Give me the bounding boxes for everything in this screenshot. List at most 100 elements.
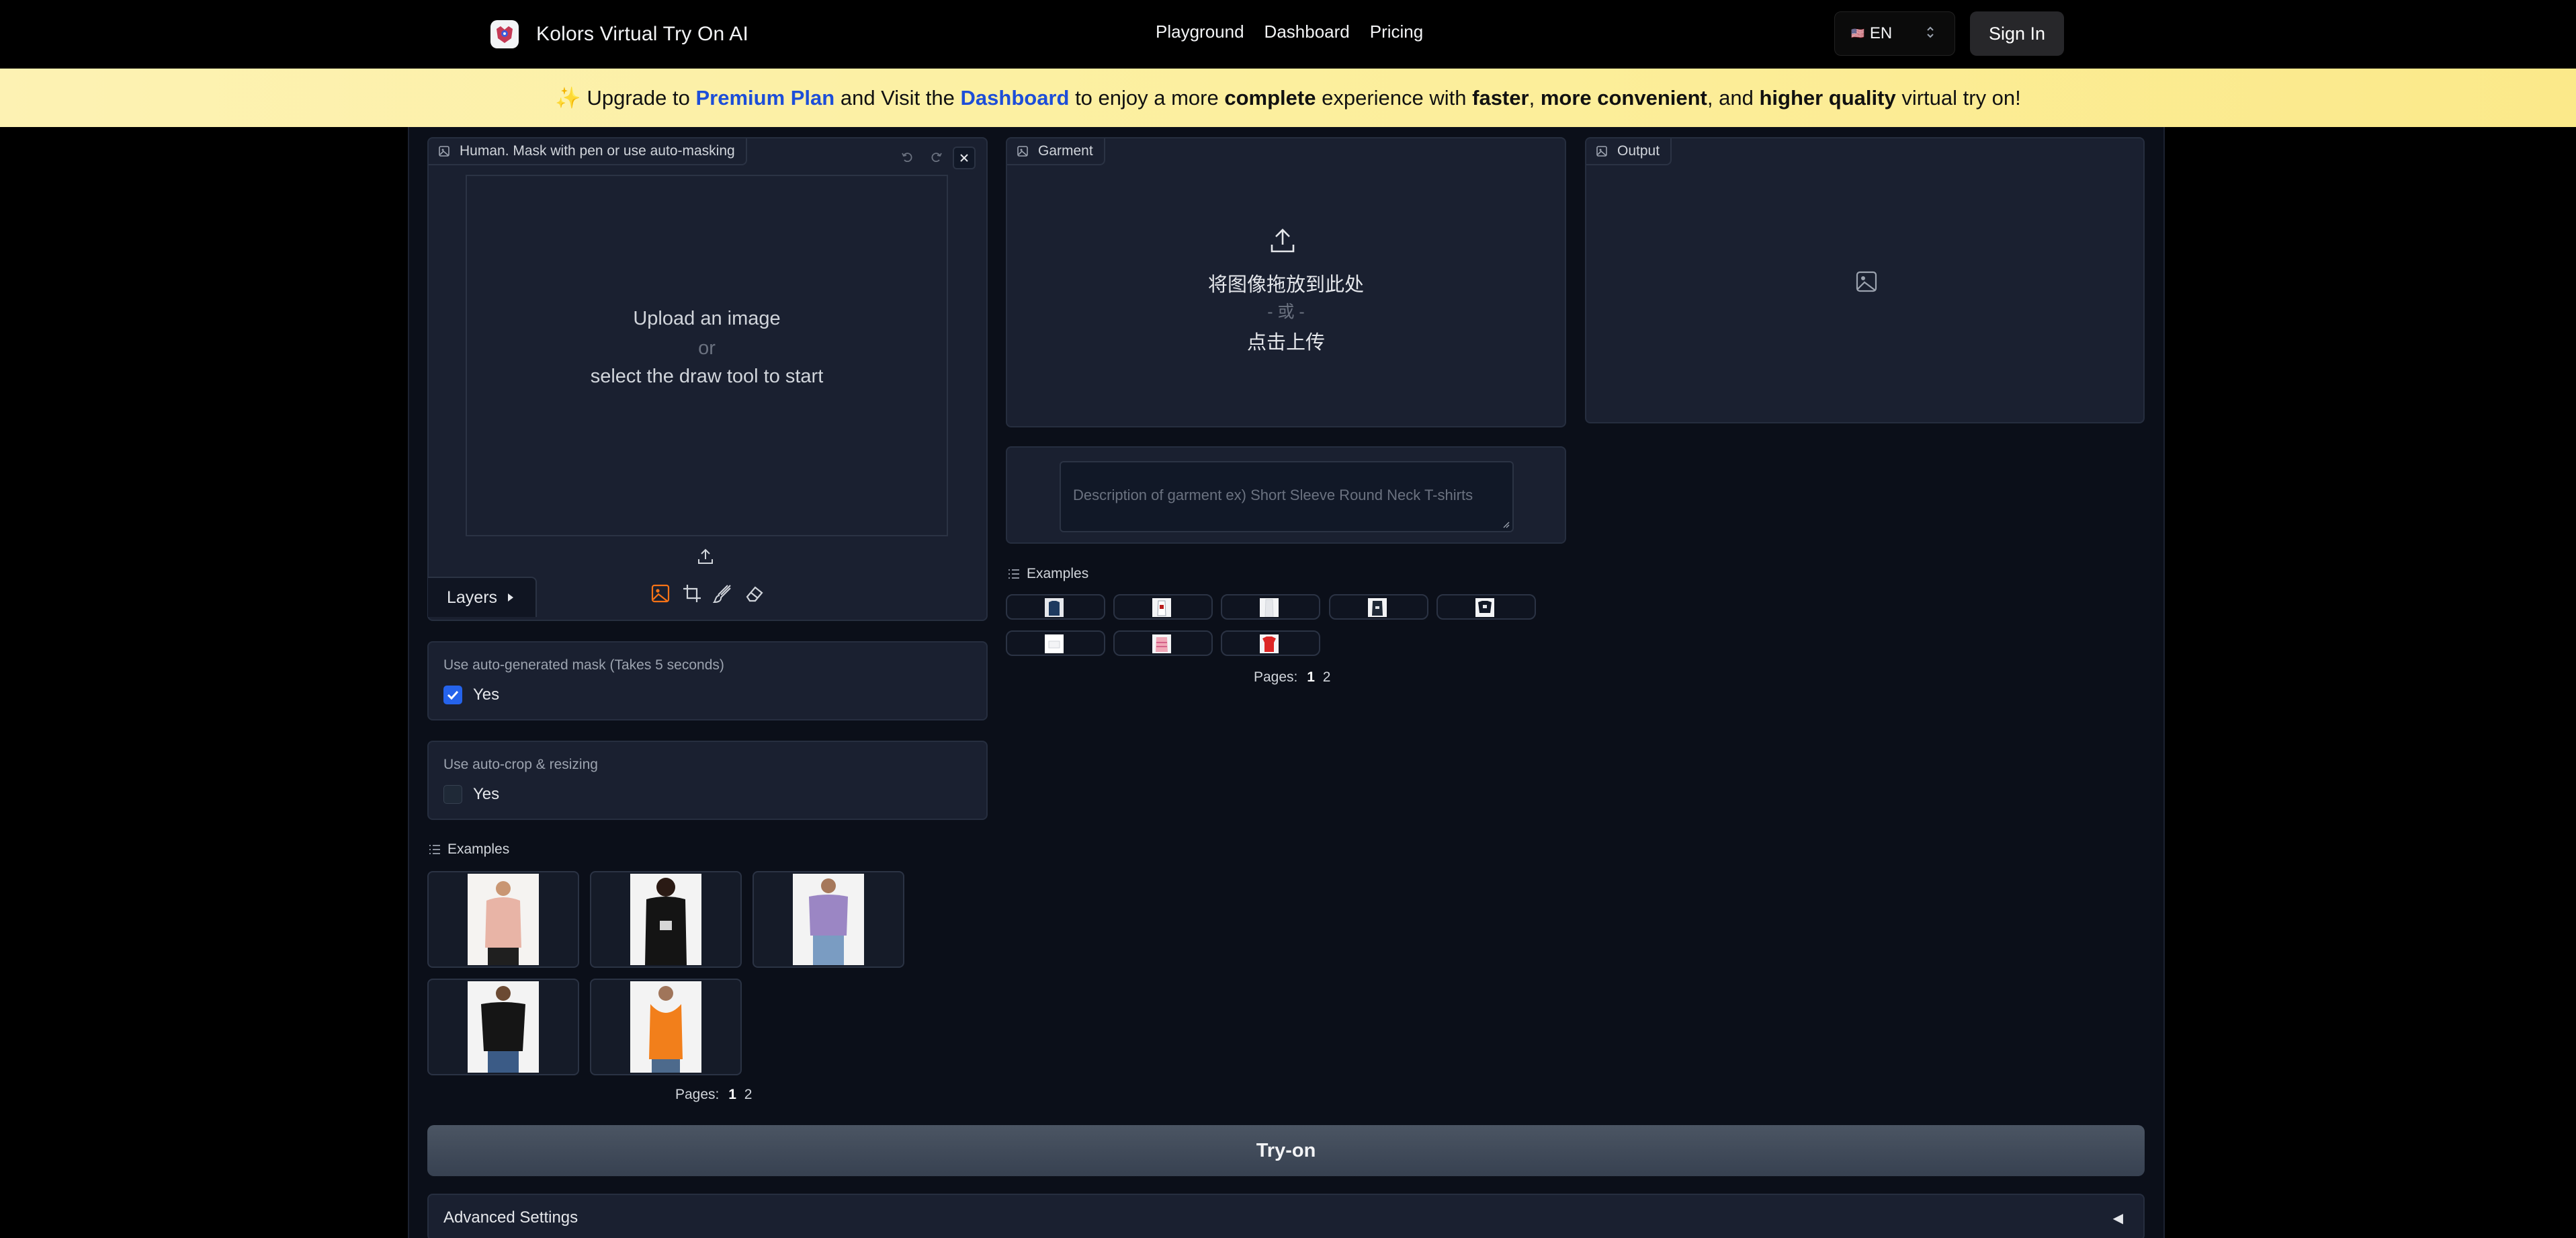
- garment-block-label: Garment: [1007, 138, 1105, 165]
- human-examples-title: Examples: [447, 841, 510, 857]
- auto-crop-checkbox-row[interactable]: Yes: [443, 785, 499, 804]
- garment-description-placeholder: Description of garment ex) Short Sleeve …: [1073, 487, 1473, 503]
- auto-mask-label: Use auto-generated mask (Takes 5 seconds…: [443, 657, 724, 673]
- garment-examples-pagination: Pages: 1 2: [1254, 669, 1330, 686]
- nav-link-dashboard[interactable]: Dashboard: [1264, 22, 1350, 42]
- example-image: [1045, 634, 1064, 653]
- resize-handle-icon[interactable]: [1502, 520, 1510, 528]
- nav-link-playground[interactable]: Playground: [1156, 22, 1244, 42]
- brand-title: Kolors Virtual Try On AI: [536, 23, 749, 45]
- list-icon: [429, 845, 440, 854]
- draw-tool-prompt: select the draw tool to start: [590, 366, 824, 387]
- garment-example-2[interactable]: [1113, 594, 1213, 620]
- banner-emphasis: faster: [1472, 85, 1529, 110]
- collapse-arrow-icon: ◀: [2112, 1211, 2123, 1226]
- dashboard-link[interactable]: Dashboard: [961, 86, 1070, 110]
- output-block: Output: [1585, 137, 2145, 423]
- human-example-4[interactable]: [427, 979, 579, 1075]
- banner-text: virtual try on!: [1901, 85, 2021, 110]
- advanced-settings-accordion[interactable]: Advanced Settings ◀: [427, 1194, 2145, 1238]
- try-on-button[interactable]: Try-on: [427, 1125, 2145, 1176]
- garment-example-7[interactable]: [1113, 630, 1213, 656]
- premium-plan-link[interactable]: Premium Plan: [695, 86, 834, 110]
- garment-example-3[interactable]: [1221, 594, 1320, 620]
- close-button[interactable]: [953, 147, 976, 169]
- upload-prompt: Upload an image: [633, 308, 781, 329]
- pages-label: Pages:: [675, 1087, 720, 1102]
- garment-example-8[interactable]: [1221, 630, 1320, 656]
- human-example-1[interactable]: [427, 871, 579, 968]
- example-image: [1152, 598, 1171, 617]
- garment-examples-title: Examples: [1027, 566, 1089, 581]
- auto-crop-label: Use auto-crop & resizing: [443, 757, 598, 772]
- image-icon: [439, 146, 449, 157]
- example-image: [630, 981, 701, 1073]
- example-image: [468, 874, 539, 965]
- example-image: [1368, 598, 1387, 617]
- page-1-link[interactable]: 1: [728, 1087, 736, 1102]
- example-image: [630, 874, 701, 965]
- auto-mask-option: Yes: [473, 686, 500, 704]
- human-example-5[interactable]: [590, 979, 742, 1075]
- sign-in-button[interactable]: Sign In: [1970, 11, 2064, 56]
- banner-emphasis: more convenient: [1540, 85, 1707, 110]
- auto-mask-checkbox-row[interactable]: Yes: [443, 686, 499, 704]
- garment-click-text: 点击上传: [1246, 332, 1325, 354]
- undo-icon[interactable]: [900, 151, 914, 164]
- banner-emphasis: complete: [1224, 85, 1316, 110]
- close-icon: [960, 154, 968, 162]
- garment-or-text: - 或 -: [1267, 302, 1305, 321]
- auto-mask-block: Use auto-generated mask (Takes 5 seconds…: [427, 641, 988, 720]
- banner-text: ,: [1529, 85, 1535, 110]
- eraser-icon[interactable]: [744, 583, 765, 604]
- banner-text: to enjoy a more: [1075, 85, 1219, 110]
- upload-icon: [1271, 229, 1295, 253]
- sparkle-icon: ✨: [555, 86, 581, 110]
- human-block-label: Human. Mask with pen or use auto-masking: [429, 138, 747, 165]
- page-2-link[interactable]: 2: [744, 1087, 753, 1102]
- redo-icon[interactable]: [930, 151, 943, 164]
- auto-crop-checkbox[interactable]: [443, 785, 462, 804]
- banner-text: , and: [1707, 85, 1754, 110]
- garment-upload-block[interactable]: Garment 将图像拖放到此处 - 或 - 点击上传: [1006, 137, 1566, 427]
- garment-example-1[interactable]: [1006, 594, 1105, 620]
- pages-label: Pages:: [1254, 669, 1298, 685]
- garment-description-input[interactable]: Description of garment ex) Short Sleeve …: [1060, 461, 1514, 532]
- upload-icon[interactable]: [696, 547, 715, 566]
- select-arrows-icon: [1926, 25, 1934, 41]
- image-icon: [1017, 146, 1028, 157]
- human-canvas[interactable]: Upload an image or select the draw tool …: [466, 175, 948, 536]
- example-image: [793, 874, 864, 965]
- nav-link-pricing[interactable]: Pricing: [1370, 22, 1423, 42]
- brand[interactable]: Kolors Virtual Try On AI: [490, 19, 748, 50]
- us-flag-icon: 🇺🇸: [1851, 28, 1864, 40]
- brush-icon[interactable]: [713, 583, 733, 604]
- logo-icon: [490, 20, 519, 48]
- layers-label: Layers: [447, 587, 498, 607]
- caret-right-icon: [508, 593, 514, 602]
- example-image: [1152, 634, 1171, 653]
- image-tool-icon[interactable]: [650, 583, 671, 604]
- garment-example-5[interactable]: [1436, 594, 1536, 620]
- banner-text: Upgrade to: [587, 85, 690, 110]
- page-2-link[interactable]: 2: [1323, 669, 1331, 685]
- auto-mask-checkbox[interactable]: [443, 686, 462, 704]
- garment-drop-text: 将图像拖放到此处: [1207, 274, 1364, 296]
- human-example-2[interactable]: [590, 871, 742, 968]
- human-example-3[interactable]: [753, 871, 904, 968]
- page-1-link[interactable]: 1: [1307, 669, 1315, 685]
- example-image: [1260, 598, 1279, 618]
- language-select[interactable]: 🇺🇸 EN: [1834, 11, 1955, 56]
- upload-or: or: [698, 337, 716, 359]
- crop-icon[interactable]: [682, 583, 702, 604]
- garment-description-block: Description of garment ex) Short Sleeve …: [1006, 446, 1566, 544]
- layers-button[interactable]: Layers: [428, 577, 537, 617]
- garment-examples-header: Examples: [1008, 566, 1088, 582]
- example-image: [1045, 598, 1064, 617]
- garment-example-4[interactable]: [1329, 594, 1428, 620]
- top-navbar: Kolors Virtual Try On AI Playground Dash…: [0, 0, 2576, 69]
- human-examples-pagination: Pages: 1 2: [675, 1087, 752, 1103]
- banner-text: experience with: [1322, 85, 1467, 110]
- language-value: EN: [1869, 24, 1893, 42]
- garment-example-6[interactable]: [1006, 630, 1105, 656]
